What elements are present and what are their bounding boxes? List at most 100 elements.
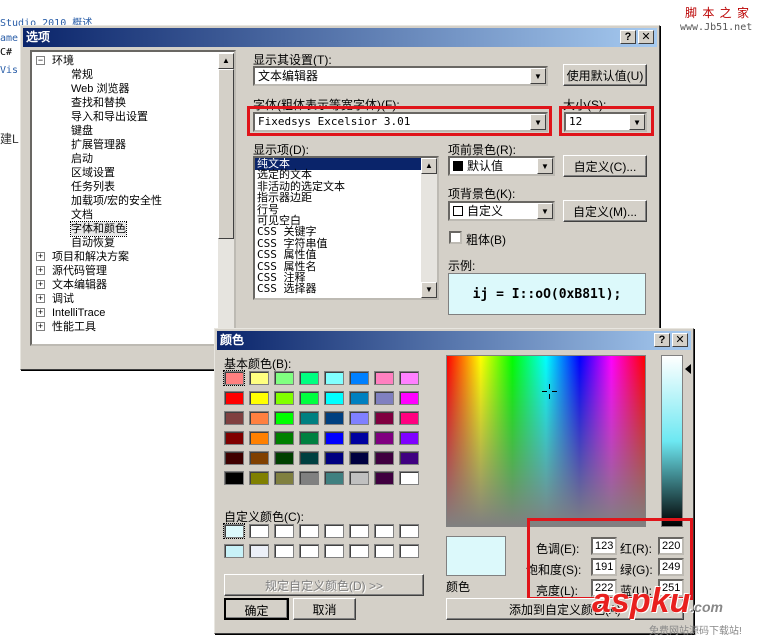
basic-color-swatch[interactable] [324,391,344,405]
bg-combo[interactable]: 自定义 ▼ [448,201,555,221]
tree-item[interactable]: 常规 [71,68,93,82]
custom-color-swatch[interactable] [374,544,394,558]
basic-color-swatch[interactable] [249,471,269,485]
custom-color-swatch[interactable] [374,524,394,538]
custom-colors-grid[interactable] [223,523,424,564]
expand-icon[interactable]: + [36,322,45,331]
scroll-up-icon[interactable]: ▲ [421,158,437,174]
fg-custom-button[interactable]: 自定义(C)... [563,155,647,177]
close-icon[interactable]: ✕ [672,333,688,347]
tree-item[interactable]: 调试 [52,292,74,306]
expand-icon[interactable]: + [36,266,45,275]
list-item[interactable]: 指示器边距 [255,192,421,204]
basic-color-swatch[interactable] [349,451,369,465]
dropdown-arrow-icon[interactable]: ▼ [530,68,546,84]
expand-icon[interactable]: + [36,280,45,289]
basic-color-swatch[interactable] [274,391,294,405]
tree-item[interactable]: 源代码管理 [52,264,107,278]
cancel-button[interactable]: 取消 [293,598,356,620]
tree-item[interactable]: 启动 [71,152,93,166]
basic-color-swatch[interactable] [399,391,419,405]
basic-color-swatch[interactable] [349,391,369,405]
use-defaults-button[interactable]: 使用默认值(U) [563,64,647,86]
scroll-up-icon[interactable]: ▲ [218,53,234,69]
basic-color-swatch[interactable] [349,371,369,385]
basic-color-swatch[interactable] [374,451,394,465]
basic-color-swatch[interactable] [299,411,319,425]
basic-color-swatch[interactable] [349,431,369,445]
basic-color-swatch[interactable] [249,411,269,425]
basic-color-swatch[interactable] [224,471,244,485]
help-icon[interactable]: ? [654,333,670,347]
bold-checkbox[interactable] [449,231,462,244]
basic-color-swatch[interactable] [274,371,294,385]
custom-color-swatch[interactable] [299,544,319,558]
basic-color-swatch[interactable] [324,471,344,485]
custom-color-swatch[interactable] [399,524,419,538]
basic-color-swatch[interactable] [374,391,394,405]
tree-item[interactable]: 项目和解决方案 [52,250,129,264]
basic-color-swatch[interactable] [274,411,294,425]
basic-color-swatch[interactable] [249,371,269,385]
basic-color-swatch[interactable] [374,431,394,445]
tree-item[interactable]: 自动恢复 [71,236,115,250]
custom-color-swatch[interactable] [274,544,294,558]
expand-icon[interactable]: + [36,252,45,261]
basic-color-swatch[interactable] [399,411,419,425]
tree-item[interactable]: 查找和替换 [71,96,126,110]
basic-color-swatch[interactable] [324,371,344,385]
custom-color-swatch[interactable] [223,523,245,539]
help-icon[interactable]: ? [620,30,636,44]
tree-item[interactable]: 键盘 [71,124,93,138]
expand-icon[interactable]: + [36,294,45,303]
dropdown-arrow-icon[interactable]: ▼ [537,158,553,174]
basic-color-swatch[interactable] [349,471,369,485]
list-scrollbar[interactable]: ▲ ▼ [421,158,437,298]
custom-color-swatch[interactable] [399,544,419,558]
basic-color-swatch[interactable] [374,471,394,485]
tree-item[interactable]: 环境 [52,54,74,68]
display-items-list[interactable]: 纯文本 选定的文本 非活动的选定文本 指示器边距 行号 可见空白 CSS 关键字 CSS 字符… [255,158,421,298]
custom-color-swatch[interactable] [274,524,294,538]
show-settings-combo[interactable]: 文本编辑器 ▼ [253,66,548,86]
basic-color-swatch[interactable] [274,431,294,445]
tree-item[interactable]: 区域设置 [71,166,115,180]
basic-color-swatch[interactable] [299,391,319,405]
custom-color-swatch[interactable] [324,524,344,538]
basic-color-swatch[interactable] [249,431,269,445]
list-item[interactable]: CSS 选择器 [255,283,421,295]
custom-color-swatch[interactable] [249,544,269,558]
close-icon[interactable]: ✕ [638,30,654,44]
tree-item[interactable]: 任务列表 [71,180,115,194]
basic-color-swatch[interactable] [399,371,419,385]
basic-color-swatch[interactable] [223,370,245,386]
basic-color-swatch[interactable] [399,431,419,445]
custom-color-swatch[interactable] [324,544,344,558]
basic-color-swatch[interactable] [274,471,294,485]
fg-combo[interactable]: 默认值 ▼ [448,156,555,176]
expand-icon[interactable]: + [36,308,45,317]
basic-color-swatch[interactable] [299,371,319,385]
basic-color-swatch[interactable] [299,471,319,485]
tree-item[interactable]: 字体和颜色 [70,221,127,237]
custom-color-swatch[interactable] [299,524,319,538]
basic-color-swatch[interactable] [324,451,344,465]
basic-color-swatch[interactable] [299,451,319,465]
tree-item[interactable]: 性能工具 [52,320,96,334]
basic-color-swatch[interactable] [224,431,244,445]
basic-color-swatch[interactable] [374,371,394,385]
custom-color-swatch[interactable] [349,544,369,558]
tree-item[interactable]: 扩展管理器 [71,138,126,152]
basic-color-swatch[interactable] [224,411,244,425]
custom-color-swatch[interactable] [249,524,269,538]
basic-color-swatch[interactable] [249,391,269,405]
tree-scrollbar[interactable]: ▲ [218,53,234,344]
basic-color-swatch[interactable] [349,411,369,425]
scroll-down-icon[interactable]: ▼ [421,282,437,298]
basic-color-swatch[interactable] [274,451,294,465]
tree-item[interactable]: 文档 [71,208,93,222]
luminance-bar[interactable] [661,355,683,527]
scroll-thumb[interactable] [218,69,234,239]
basic-colors-grid[interactable] [223,370,424,491]
tree-item[interactable]: Web 浏览器 [71,82,129,96]
